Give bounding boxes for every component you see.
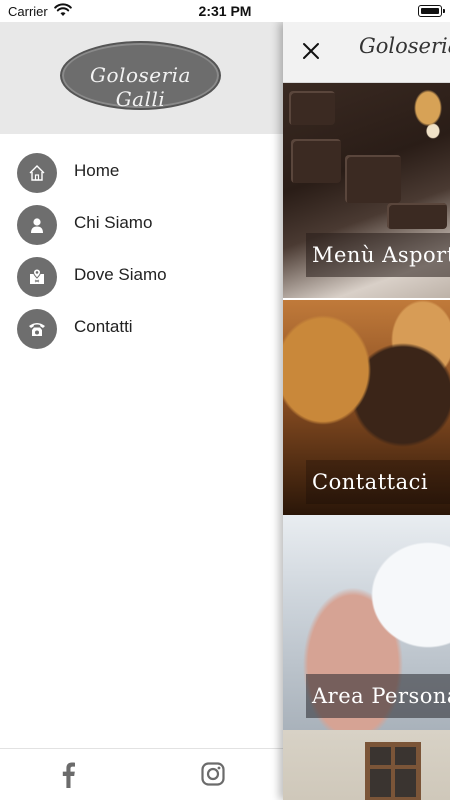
drawer-footer — [0, 748, 283, 800]
drawer-header: Goloseria Galli — [0, 22, 283, 134]
tile-image — [387, 203, 447, 229]
menu-item-contatti[interactable]: Contatti — [0, 304, 283, 356]
battery-icon — [418, 5, 445, 17]
close-icon[interactable] — [299, 39, 323, 63]
person-icon — [17, 205, 57, 245]
nav-title-logo: Goloseria Galli — [359, 34, 450, 58]
clock-time: 2:31 PM — [198, 3, 252, 19]
brand-logo-text: Goloseria Galli — [90, 63, 191, 111]
map-icon — [17, 257, 57, 297]
tile-image — [289, 91, 335, 125]
instagram-icon[interactable] — [201, 762, 225, 786]
nav-bar: Goloseria Galli — [283, 22, 450, 83]
tile-label: Contattaci — [306, 460, 450, 504]
status-bar: Carrier 2:31 PM — [0, 0, 450, 22]
drawer-menu: Home Chi Siamo Dove Siamo Contatti — [0, 148, 283, 356]
tile-label: Area Personale — [306, 674, 450, 718]
menu-item-label: Contatti — [74, 317, 133, 336]
building-window-image — [365, 742, 421, 800]
main-content: Goloseria Galli Menù Asporto Contattaci … — [283, 22, 450, 800]
brand-logo: Goloseria Galli — [60, 41, 221, 111]
tile-area-personale[interactable]: Area Personale — [283, 515, 450, 730]
facebook-icon[interactable] — [57, 761, 81, 789]
menu-item-chi-siamo[interactable]: Chi Siamo — [0, 200, 283, 252]
tile-label: Menù Asporto — [306, 233, 450, 277]
menu-item-label: Home — [74, 161, 120, 180]
side-drawer: Goloseria Galli Home Chi Siamo Dove Siam… — [0, 22, 283, 800]
tile-image — [291, 139, 341, 183]
tile-building[interactable] — [283, 730, 450, 800]
tile-menu-asporto[interactable]: Menù Asporto — [283, 83, 450, 298]
menu-item-label: Dove Siamo — [74, 265, 167, 284]
menu-item-dove-siamo[interactable]: Dove Siamo — [0, 252, 283, 304]
menu-item-label: Chi Siamo — [74, 213, 153, 232]
tile-image — [345, 155, 401, 203]
tile-contattaci[interactable]: Contattaci — [283, 300, 450, 515]
home-icon — [17, 153, 57, 193]
menu-item-home[interactable]: Home — [0, 148, 283, 200]
phone-icon — [17, 309, 57, 349]
